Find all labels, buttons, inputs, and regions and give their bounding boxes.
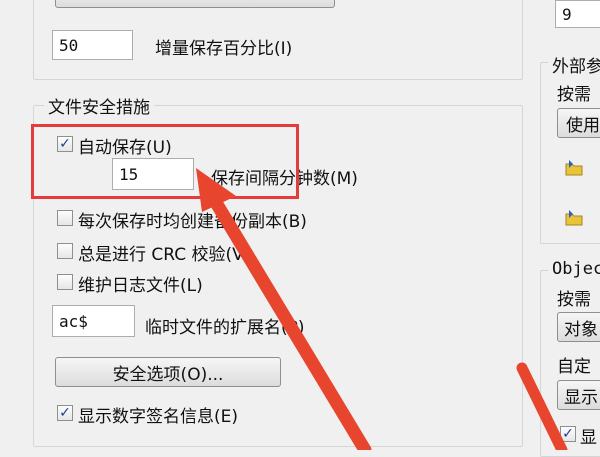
- annotation-arrows: [196, 168, 568, 450]
- red-arrow-icon: [516, 362, 568, 450]
- red-arrow-icon: [196, 168, 372, 450]
